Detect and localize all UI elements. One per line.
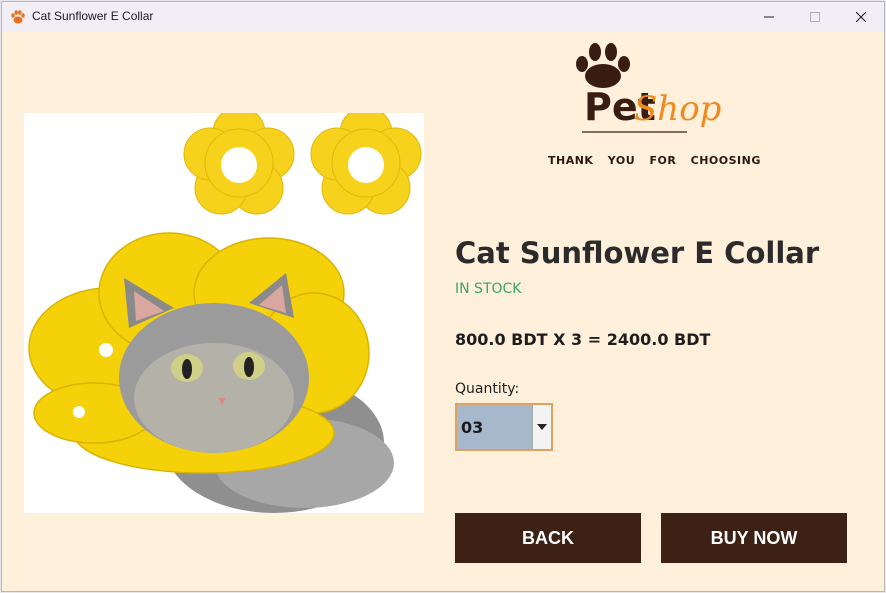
price-calculation: 800.0 BDT X 3 = 2400.0 BDT [455, 330, 711, 349]
maximize-icon [810, 12, 820, 22]
quantity-select[interactable]: 03 [455, 403, 553, 451]
buy-now-button[interactable]: BUY NOW [661, 513, 847, 563]
minimize-button[interactable] [746, 2, 792, 32]
app-window: Cat Sunflower E Collar Pet Shop THANK YO… [1, 1, 885, 592]
quantity-dropdown-button[interactable] [532, 405, 551, 449]
logo-graphic: Pet Shop [576, 43, 721, 133]
back-button[interactable]: BACK [455, 513, 641, 563]
maximize-button[interactable] [792, 2, 838, 32]
chevron-down-icon [537, 424, 547, 430]
close-icon [856, 12, 866, 22]
product-details-panel: Pet Shop THANK YOU FOR CHOOSING Cat Sunf… [2, 32, 884, 591]
quantity-label: Quantity: [455, 381, 520, 397]
petshop-logo: Pet Shop [572, 40, 732, 140]
quantity-value: 03 [461, 418, 484, 437]
title-bar[interactable]: Cat Sunflower E Collar [2, 2, 884, 32]
logo-tagline: THANK YOU FOR CHOOSING [548, 154, 761, 167]
close-button[interactable] [838, 2, 884, 32]
paw-icon [11, 10, 25, 24]
minimize-icon [764, 16, 774, 18]
product-image [24, 113, 424, 513]
svg-text:Shop: Shop [634, 89, 721, 129]
product-title: Cat Sunflower E Collar [455, 236, 820, 270]
stock-status: IN STOCK [455, 281, 522, 297]
window-title: Cat Sunflower E Collar [32, 9, 154, 23]
cat-collar-photo [28, 113, 422, 513]
